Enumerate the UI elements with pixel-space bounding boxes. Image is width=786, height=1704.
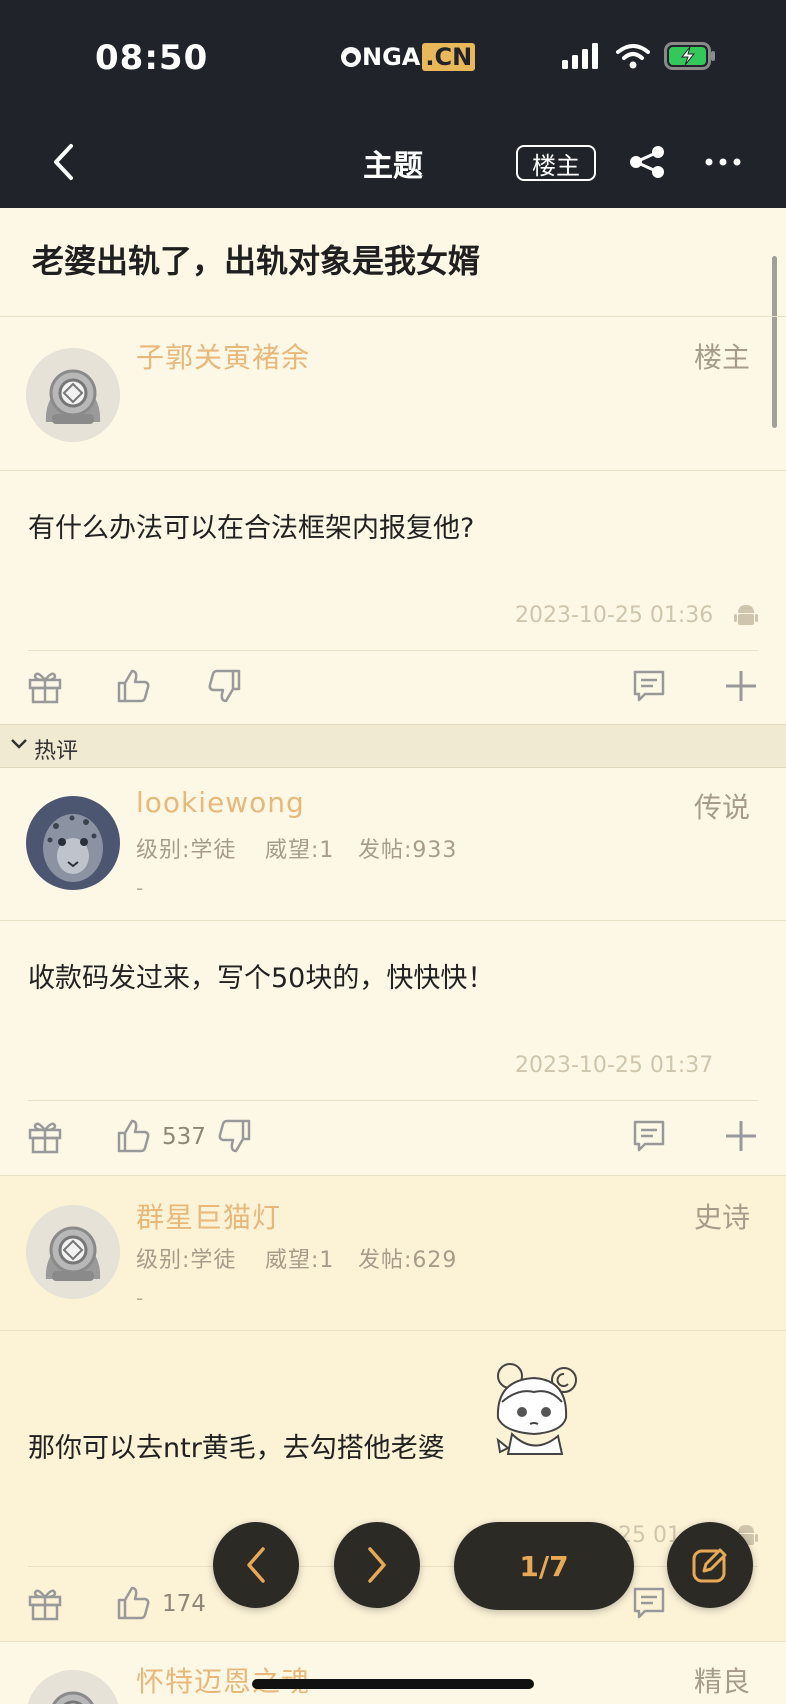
plus-icon	[726, 1121, 756, 1151]
plus-icon	[726, 671, 756, 701]
gift-button[interactable]	[24, 665, 66, 707]
back-button[interactable]	[40, 139, 86, 185]
wifi-icon	[616, 44, 650, 69]
page-indicator: 1/7	[519, 1549, 569, 1583]
anime-girl-sticker-icon	[496, 1363, 577, 1455]
divider	[0, 1330, 786, 1331]
gift-icon	[28, 672, 62, 704]
diver-helmet-icon	[26, 348, 120, 442]
diver-helmet-icon	[26, 1670, 120, 1704]
comment-button[interactable]	[628, 1115, 670, 1157]
share-button[interactable]	[624, 139, 670, 185]
dislike-button[interactable]	[214, 1115, 256, 1157]
reply-username[interactable]: lookiewong	[136, 786, 305, 819]
share-icon	[630, 146, 664, 178]
divider	[0, 1175, 786, 1176]
carrier-prefix: NGA	[362, 43, 421, 71]
paw-icon	[341, 47, 361, 67]
reply-signature: -	[136, 876, 144, 900]
like-count: 537	[162, 1124, 206, 1150]
gift-button[interactable]	[24, 1115, 66, 1157]
reply-badge: 史诗	[694, 1201, 751, 1234]
page-title: 主题	[363, 149, 423, 184]
carrier-suffix: .CN	[422, 43, 476, 71]
reply-level: 级别:学徒	[136, 1248, 237, 1273]
reply-content: 那你可以去ntr黄毛，去勾搭他老婆	[28, 1433, 445, 1464]
reply-post-count: 发帖:933	[358, 838, 458, 863]
comment-icon	[633, 670, 665, 702]
reply-timestamp: 2023-10-25 01:37	[515, 1053, 714, 1078]
thumbs-down-icon	[208, 669, 241, 703]
avatar[interactable]	[26, 348, 120, 442]
more-options-button[interactable]	[700, 139, 746, 185]
divider	[28, 1100, 758, 1101]
signal-icon	[562, 43, 598, 69]
like-button[interactable]	[112, 1582, 154, 1624]
avatar[interactable]	[26, 1205, 120, 1299]
diver-helmet-icon	[26, 1205, 120, 1299]
status-time: 08:50	[95, 38, 209, 78]
compose-reply-button[interactable]	[667, 1522, 753, 1608]
comment-button[interactable]	[628, 1582, 670, 1624]
like-count: 174	[162, 1591, 206, 1617]
navigation-bar: 主题 楼主	[0, 115, 786, 208]
divider	[0, 920, 786, 921]
gift-icon	[28, 1122, 62, 1154]
post-badge: 楼主	[694, 341, 751, 374]
avatar[interactable]	[26, 796, 120, 890]
next-page-button[interactable]	[334, 1522, 420, 1608]
home-indicator	[252, 1679, 534, 1689]
chevron-left-icon	[54, 144, 73, 180]
divider	[0, 1641, 786, 1642]
android-icon	[734, 605, 758, 625]
topic-title: 老婆出轨了，出轨对象是我女婿	[32, 242, 481, 280]
reply-add-button[interactable]	[720, 665, 762, 707]
battery-charging-icon	[664, 42, 715, 70]
hot-replies-label: 热评	[34, 739, 79, 764]
post-content: 有什么办法可以在合法框架内报复他?	[28, 513, 475, 544]
reply-username[interactable]: 群星巨猫灯	[136, 1196, 281, 1236]
gift-icon	[28, 1589, 62, 1621]
reply-prestige: 威望:1	[265, 1248, 335, 1273]
reply-badge: 传说	[694, 791, 751, 824]
status-icons	[562, 42, 716, 70]
hot-replies-header[interactable]: 热评	[0, 724, 786, 768]
divider	[0, 470, 786, 471]
reply-add-button[interactable]	[720, 1115, 762, 1157]
chevron-right-icon	[368, 1547, 386, 1583]
scrollbar[interactable]	[772, 256, 777, 428]
comment-icon	[633, 1587, 665, 1619]
previous-page-button[interactable]	[213, 1522, 299, 1608]
comment-button[interactable]	[628, 665, 670, 707]
comment-icon	[633, 1120, 665, 1152]
chevron-left-icon	[247, 1547, 265, 1583]
thumbs-up-icon	[117, 1586, 150, 1620]
reply-signature: -	[136, 1286, 144, 1310]
more-dots-icon	[705, 158, 741, 166]
reply-content: 收款码发过来，写个50块的，快快快！	[28, 963, 495, 994]
thumbs-up-icon	[117, 669, 150, 703]
reply-level: 级别:学徒	[136, 838, 237, 863]
carrier-logo: NGA .CN	[336, 42, 479, 72]
dislike-button[interactable]	[204, 665, 246, 707]
thumbs-up-icon	[117, 1119, 150, 1153]
reply-badge: 精良	[694, 1665, 751, 1698]
op-only-toggle[interactable]: 楼主	[516, 145, 596, 181]
chevron-down-icon	[11, 739, 27, 749]
divider	[28, 650, 758, 651]
gift-button[interactable]	[24, 1582, 66, 1624]
like-button[interactable]	[112, 1115, 154, 1157]
status-bar: 08:50 NGA .CN	[0, 0, 786, 115]
avatar[interactable]	[26, 1670, 120, 1704]
divider	[0, 316, 786, 317]
post-username[interactable]: 子郭关寅褚余	[136, 336, 310, 376]
page-indicator-button[interactable]: 1/7	[454, 1522, 634, 1610]
post-timestamp: 2023-10-25 01:36	[515, 603, 714, 628]
edit-icon	[692, 1548, 727, 1583]
reply-post-count: 发帖:629	[358, 1248, 458, 1273]
thumbs-down-icon	[218, 1119, 251, 1153]
like-button[interactable]	[112, 665, 154, 707]
reply-prestige: 威望:1	[265, 838, 335, 863]
snow-leopard-avatar-icon	[26, 796, 120, 890]
